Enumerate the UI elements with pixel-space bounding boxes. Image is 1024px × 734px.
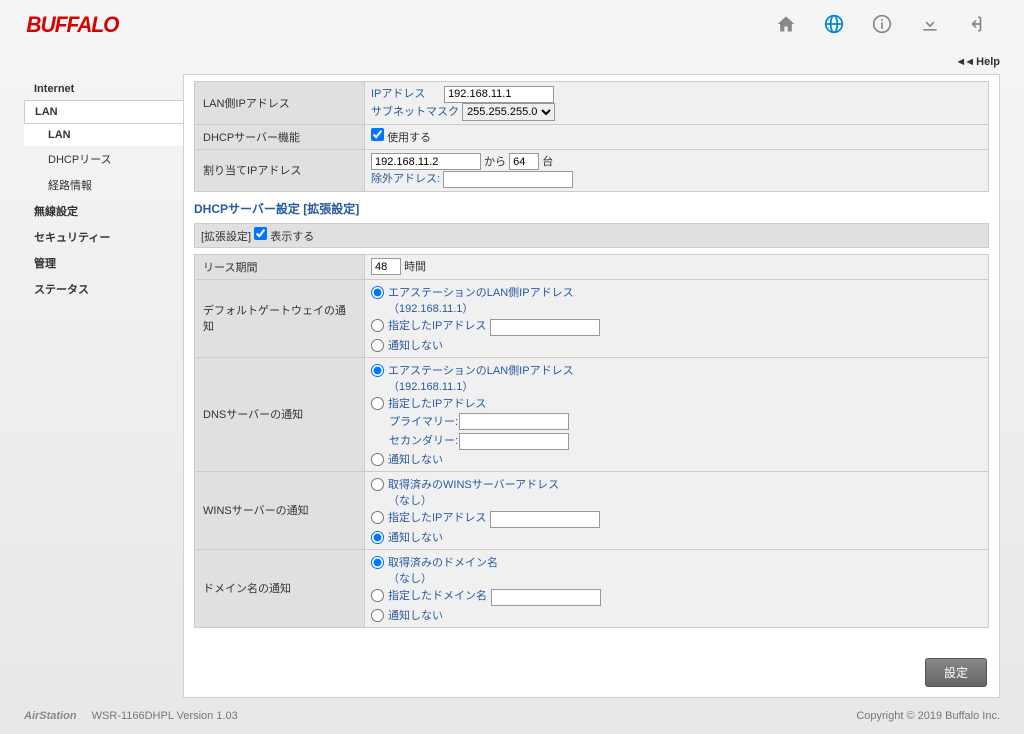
gateway-opt1: エアステーションのLAN側IPアドレス [388,287,574,299]
dns-radio-2[interactable] [371,397,384,410]
ext-section-title: DHCPサーバー設定 [拡張設定] [194,200,989,217]
header: BUFFALO [0,0,1024,50]
domain-opt3: 通知しない [388,607,443,623]
gateway-opt3: 通知しない [388,337,443,353]
dns-opt3: 通知しない [388,451,443,467]
info-icon[interactable] [872,14,892,37]
domain-row-label: ドメイン名の通知 [195,549,365,627]
home-icon[interactable] [776,14,796,37]
ext-toggle-row: [拡張設定] 表示する [194,223,989,248]
ip-input[interactable] [444,86,554,103]
ext-show-label: 表示する [270,231,314,243]
brand-logo: BUFFALO [26,12,118,38]
lease-unit: 時間 [404,261,426,273]
lan-ip-table: LAN側IPアドレス IPアドレス サブネットマスク 255.255.255.0… [194,81,989,192]
sidebar-sub-dhcp-lease[interactable]: DHCPリース [24,146,184,172]
domain-opt1: 取得済みのドメイン名 [388,557,498,569]
footer: AirStation WSR-1166DHPL Version 1.03 Cop… [0,698,1024,734]
dns-secondary-label: セカンダリー: [389,432,459,448]
sidebar-sub-route[interactable]: 経路情報 [24,172,184,198]
wins-radio-3[interactable] [371,531,384,544]
domain-radio-3[interactable] [371,609,384,622]
wins-opt1-sub: （なし） [388,495,432,507]
domain-opt2: 指定したドメイン名 [388,587,487,603]
top-nav-icons [776,14,1000,37]
wins-row-label: WINSサーバーの通知 [195,471,365,549]
lease-input[interactable] [371,258,401,275]
dns-opt1-sub: （192.168.11.1） [388,381,473,393]
assign-from: から [484,156,506,168]
wins-opt1: 取得済みのWINSサーバーアドレス [388,479,559,491]
domain-name-input[interactable] [491,589,601,606]
sidebar-item-status[interactable]: ステータス [24,276,184,302]
exclude-label: 除外アドレス: [371,170,440,186]
wins-radio-1[interactable] [371,478,384,491]
dns-primary-label: プライマリー: [389,413,459,429]
sidebar-item-lan[interactable]: LAN [24,100,184,124]
gateway-opt1-sub: （192.168.11.1） [388,303,473,315]
assign-start-input[interactable] [371,153,481,170]
footer-brand: AirStation [24,710,77,722]
assign-units: 台 [542,156,553,168]
apply-button[interactable]: 設定 [925,658,987,687]
download-icon[interactable] [920,14,940,37]
sidebar-item-admin[interactable]: 管理 [24,250,184,276]
gateway-opt2: 指定したIPアドレス [388,317,486,333]
wins-ip-input[interactable] [490,511,600,528]
sidebar-item-security[interactable]: セキュリティー [24,224,184,250]
dns-secondary-input[interactable] [459,433,569,450]
sidebar-item-internet[interactable]: Internet [24,78,184,100]
wins-opt2: 指定したIPアドレス [388,509,486,525]
dhcp-use-checkbox[interactable] [371,128,384,141]
assign-count-input[interactable] [509,153,539,170]
dhcp-row-label: DHCPサーバー機能 [195,124,365,149]
subnet-select[interactable]: 255.255.255.0 [462,103,555,121]
gateway-ip-input[interactable] [490,319,600,336]
domain-radio-2[interactable] [371,589,384,602]
gateway-radio-1[interactable] [371,286,384,299]
domain-radio-1[interactable] [371,556,384,569]
main-panel: LAN側IPアドレス IPアドレス サブネットマスク 255.255.255.0… [183,74,1000,698]
dns-radio-1[interactable] [371,364,384,377]
ext-table: リース期間 時間 デフォルトゲートウェイの通知 エアステーションのLAN側IPア… [194,254,989,628]
help-link[interactable]: Help [976,56,1000,68]
wins-radio-2[interactable] [371,511,384,524]
gateway-radio-3[interactable] [371,339,384,352]
gateway-radio-2[interactable] [371,319,384,332]
dns-primary-input[interactable] [459,413,569,430]
exclude-input[interactable] [443,171,573,188]
help-row: ◄◄ Help [0,50,1024,74]
globe-icon[interactable] [824,14,844,37]
sidebar: Internet LAN LAN DHCPリース 経路情報 無線設定 セキュリテ… [24,74,184,698]
domain-opt1-sub: （なし） [388,573,432,585]
ip-label: IPアドレス [371,85,441,101]
button-row: 設定 [184,648,999,697]
lan-ip-row-label: LAN側IPアドレス [195,82,365,125]
sidebar-sub-lan[interactable]: LAN [24,124,184,146]
ext-show-checkbox[interactable] [254,227,267,240]
dns-radio-3[interactable] [371,453,384,466]
dns-row-label: DNSサーバーの通知 [195,357,365,471]
subnet-label: サブネットマスク [371,103,459,119]
help-arrows: ◄◄ [955,56,973,68]
wins-opt3: 通知しない [388,529,443,545]
dns-opt2: 指定したIPアドレス [388,395,486,411]
gateway-row-label: デフォルトゲートウェイの通知 [195,279,365,357]
assign-row-label: 割り当てIPアドレス [195,149,365,191]
footer-version: WSR-1166DHPL Version 1.03 [92,710,238,722]
lease-row-label: リース期間 [195,254,365,279]
logout-icon[interactable] [968,14,988,37]
dns-opt1: エアステーションのLAN側IPアドレス [388,365,574,377]
sidebar-item-wireless[interactable]: 無線設定 [24,198,184,224]
footer-copyright: Copyright © 2019 Buffalo Inc. [856,710,1000,722]
ext-row-label: [拡張設定] [201,231,251,243]
dhcp-use-label: 使用する [387,132,431,144]
